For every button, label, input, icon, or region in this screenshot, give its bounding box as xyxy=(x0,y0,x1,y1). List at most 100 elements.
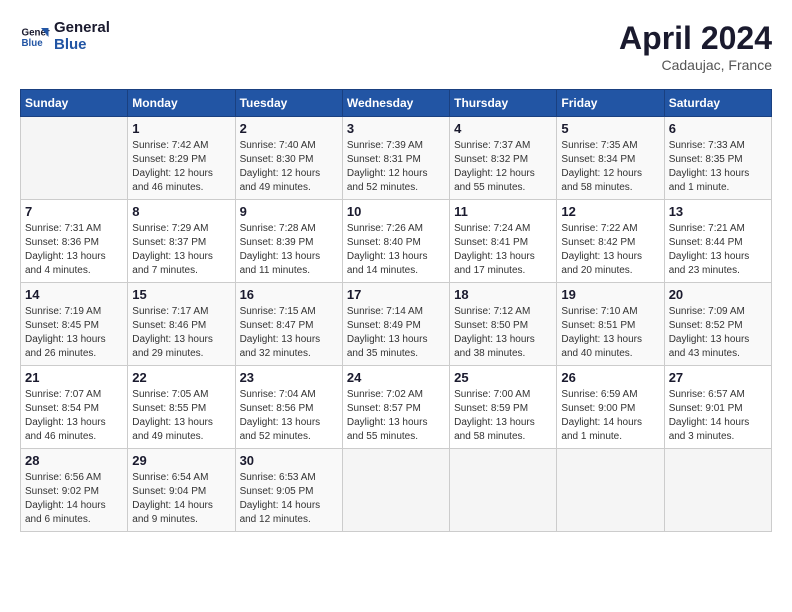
day-number: 20 xyxy=(669,287,767,302)
day-info: Sunrise: 7:09 AM Sunset: 8:52 PM Dayligh… xyxy=(669,305,767,361)
calendar-cell: 9Sunrise: 7:28 AM Sunset: 8:39 PM Daylig… xyxy=(235,200,342,283)
day-number: 5 xyxy=(561,121,659,136)
day-number: 6 xyxy=(669,121,767,136)
calendar-cell: 21 Sunrise: 7:07 AM Sunset: 8:54 PM Dayli… xyxy=(21,366,128,449)
calendar-cell xyxy=(450,449,557,532)
day-number: 13 xyxy=(669,204,767,219)
day-info: Sunrise: 7:31 AM Sunset: 8:36 PM Dayligh… xyxy=(25,222,123,278)
day-number: 16 xyxy=(240,287,338,302)
weekday-header-sunday: Sunday xyxy=(21,90,128,117)
calendar-cell: 28 Sunrise: 6:56 AM Sunset: 9:02 PM Dayli… xyxy=(21,449,128,532)
logo-line1: General xyxy=(54,20,110,37)
day-number: 28 xyxy=(25,453,123,468)
day-number: 4 xyxy=(454,121,552,136)
day-info: Sunrise: 7:10 AM Sunset: 8:51 PM Dayligh… xyxy=(561,305,659,361)
day-number: 26 xyxy=(561,370,659,385)
day-number: 14 xyxy=(25,287,123,302)
day-number: 9 xyxy=(240,204,338,219)
calendar-cell xyxy=(557,449,664,532)
calendar-cell: 25Sunrise: 7:00 AM Sunset: 8:59 PM Dayli… xyxy=(450,366,557,449)
day-info: Sunrise: 7:42 AM Sunset: 8:29 PM Dayligh… xyxy=(132,139,230,195)
location-label: Cadaujac, France xyxy=(619,57,772,73)
day-info: Sunrise: 6:54 AM Sunset: 9:04 PM Dayligh… xyxy=(132,471,230,527)
day-info: Sunrise: 7:40 AM Sunset: 8:30 PM Dayligh… xyxy=(240,139,338,195)
day-info: Sunrise: 7:17 AM Sunset: 8:46 PM Dayligh… xyxy=(132,305,230,361)
calendar-cell: 30Sunrise: 6:53 AM Sunset: 9:05 PM Dayli… xyxy=(235,449,342,532)
day-info: Sunrise: 7:04 AM Sunset: 8:56 PM Dayligh… xyxy=(240,388,338,444)
calendar-cell: 8Sunrise: 7:29 AM Sunset: 8:37 PM Daylig… xyxy=(128,200,235,283)
day-number: 2 xyxy=(240,121,338,136)
calendar-cell xyxy=(664,449,771,532)
day-info: Sunrise: 6:56 AM Sunset: 9:02 PM Dayligh… xyxy=(25,471,123,527)
day-info: Sunrise: 6:57 AM Sunset: 9:01 PM Dayligh… xyxy=(669,388,767,444)
calendar-cell: 12 Sunrise: 7:22 AM Sunset: 8:42 PM Dayli… xyxy=(557,200,664,283)
day-number: 19 xyxy=(561,287,659,302)
day-number: 17 xyxy=(347,287,445,302)
day-info: Sunrise: 7:35 AM Sunset: 8:34 PM Dayligh… xyxy=(561,139,659,195)
day-number: 22 xyxy=(132,370,230,385)
day-number: 23 xyxy=(240,370,338,385)
day-info: Sunrise: 7:24 AM Sunset: 8:41 PM Dayligh… xyxy=(454,222,552,278)
day-info: Sunrise: 7:39 AM Sunset: 8:31 PM Dayligh… xyxy=(347,139,445,195)
calendar-cell: 7Sunrise: 7:31 AM Sunset: 8:36 PM Daylig… xyxy=(21,200,128,283)
day-number: 15 xyxy=(132,287,230,302)
logo-icon: General Blue xyxy=(20,22,50,52)
calendar-cell: 16Sunrise: 7:15 AM Sunset: 8:47 PM Dayli… xyxy=(235,283,342,366)
calendar-cell: 29 Sunrise: 6:54 AM Sunset: 9:04 PM Dayli… xyxy=(128,449,235,532)
weekday-header-saturday: Saturday xyxy=(664,90,771,117)
day-number: 3 xyxy=(347,121,445,136)
calendar-cell: 10Sunrise: 7:26 AM Sunset: 8:40 PM Dayli… xyxy=(342,200,449,283)
day-info: Sunrise: 7:12 AM Sunset: 8:50 PM Dayligh… xyxy=(454,305,552,361)
day-number: 10 xyxy=(347,204,445,219)
weekday-header-monday: Monday xyxy=(128,90,235,117)
day-info: Sunrise: 7:05 AM Sunset: 8:55 PM Dayligh… xyxy=(132,388,230,444)
logo: General Blue General Blue xyxy=(20,20,110,53)
day-info: Sunrise: 7:22 AM Sunset: 8:42 PM Dayligh… xyxy=(561,222,659,278)
svg-text:Blue: Blue xyxy=(22,38,44,49)
calendar-cell xyxy=(342,449,449,532)
calendar-table: SundayMondayTuesdayWednesdayThursdayFrid… xyxy=(20,89,772,532)
weekday-header-friday: Friday xyxy=(557,90,664,117)
calendar-cell: 18 Sunrise: 7:12 AM Sunset: 8:50 PM Dayli… xyxy=(450,283,557,366)
day-info: Sunrise: 6:53 AM Sunset: 9:05 PM Dayligh… xyxy=(240,471,338,527)
calendar-cell: 5 Sunrise: 7:35 AM Sunset: 8:34 PM Daylig… xyxy=(557,117,664,200)
day-number: 29 xyxy=(132,453,230,468)
calendar-cell: 26 Sunrise: 6:59 AM Sunset: 9:00 PM Dayli… xyxy=(557,366,664,449)
calendar-cell: 23 Sunrise: 7:04 AM Sunset: 8:56 PM Dayli… xyxy=(235,366,342,449)
calendar-cell: 20 Sunrise: 7:09 AM Sunset: 8:52 PM Dayli… xyxy=(664,283,771,366)
weekday-header-wednesday: Wednesday xyxy=(342,90,449,117)
calendar-cell: 13 Sunrise: 7:21 AM Sunset: 8:44 PM Dayli… xyxy=(664,200,771,283)
calendar-cell xyxy=(21,117,128,200)
day-number: 21 xyxy=(25,370,123,385)
day-info: Sunrise: 7:19 AM Sunset: 8:45 PM Dayligh… xyxy=(25,305,123,361)
day-info: Sunrise: 7:07 AM Sunset: 8:54 PM Dayligh… xyxy=(25,388,123,444)
day-number: 18 xyxy=(454,287,552,302)
day-info: Sunrise: 7:14 AM Sunset: 8:49 PM Dayligh… xyxy=(347,305,445,361)
calendar-cell: 19 Sunrise: 7:10 AM Sunset: 8:51 PM Dayli… xyxy=(557,283,664,366)
calendar-cell: 24 Sunrise: 7:02 AM Sunset: 8:57 PM Dayli… xyxy=(342,366,449,449)
weekday-header-tuesday: Tuesday xyxy=(235,90,342,117)
month-title: April 2024 xyxy=(619,20,772,57)
calendar-cell: 3 Sunrise: 7:39 AM Sunset: 8:31 PM Daylig… xyxy=(342,117,449,200)
day-number: 8 xyxy=(132,204,230,219)
day-number: 27 xyxy=(669,370,767,385)
day-info: Sunrise: 7:02 AM Sunset: 8:57 PM Dayligh… xyxy=(347,388,445,444)
calendar-cell: 11Sunrise: 7:24 AM Sunset: 8:41 PM Dayli… xyxy=(450,200,557,283)
calendar-cell: 27 Sunrise: 6:57 AM Sunset: 9:01 PM Dayli… xyxy=(664,366,771,449)
logo-line2: Blue xyxy=(54,37,110,54)
day-info: Sunrise: 6:59 AM Sunset: 9:00 PM Dayligh… xyxy=(561,388,659,444)
day-number: 12 xyxy=(561,204,659,219)
day-number: 1 xyxy=(132,121,230,136)
calendar-cell: 2 Sunrise: 7:40 AM Sunset: 8:30 PM Daylig… xyxy=(235,117,342,200)
calendar-cell: 17 Sunrise: 7:14 AM Sunset: 8:49 PM Dayli… xyxy=(342,283,449,366)
calendar-cell: 14 Sunrise: 7:19 AM Sunset: 8:45 PM Dayli… xyxy=(21,283,128,366)
page-header: General Blue General Blue April 2024 Cad… xyxy=(20,20,772,73)
calendar-cell: 6Sunrise: 7:33 AM Sunset: 8:35 PM Daylig… xyxy=(664,117,771,200)
day-info: Sunrise: 7:37 AM Sunset: 8:32 PM Dayligh… xyxy=(454,139,552,195)
calendar-cell: 1 Sunrise: 7:42 AM Sunset: 8:29 PM Daylig… xyxy=(128,117,235,200)
calendar-cell: 22 Sunrise: 7:05 AM Sunset: 8:55 PM Dayli… xyxy=(128,366,235,449)
day-number: 24 xyxy=(347,370,445,385)
day-info: Sunrise: 7:21 AM Sunset: 8:44 PM Dayligh… xyxy=(669,222,767,278)
calendar-cell: 4 Sunrise: 7:37 AM Sunset: 8:32 PM Daylig… xyxy=(450,117,557,200)
day-info: Sunrise: 7:00 AM Sunset: 8:59 PM Dayligh… xyxy=(454,388,552,444)
